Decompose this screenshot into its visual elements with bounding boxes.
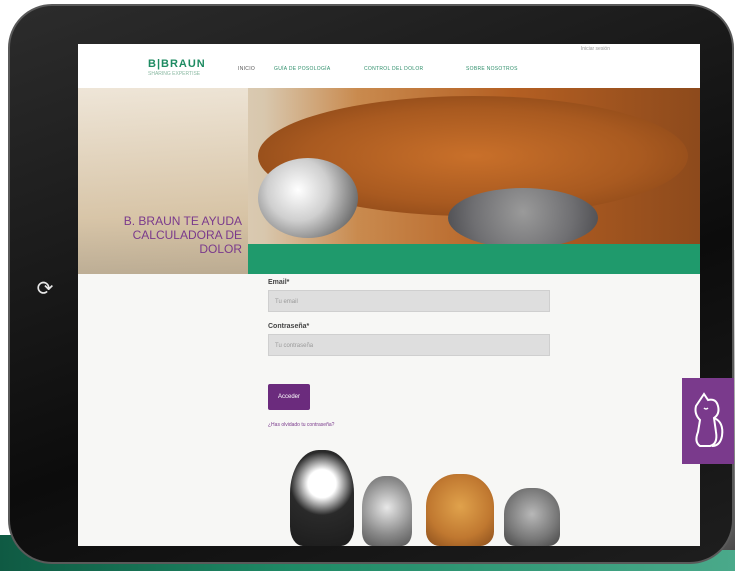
pet-cat-grey [362,476,412,546]
hero-cat-image [258,158,358,238]
password-label: Contraseña* [268,323,310,330]
nav-item-control-dolor[interactable]: CONTROL DEL DOLOR [364,66,423,72]
password-field[interactable]: Tu contraseña [268,334,550,356]
login-button[interactable]: Acceder [268,384,311,410]
dog-cat-outline-icon [694,392,724,447]
top-navbar: B|BRAUN SHARING EXPERTISE INICIO GUÍA DE… [78,44,700,88]
brand-logo[interactable]: B|BRAUN SHARING EXPERTISE [148,58,206,77]
hero-banner: B. BRAUN TE AYUDA CALCULADORA DE DOLOR [78,88,700,274]
login-top-link[interactable]: Iniciar sesión [581,46,610,52]
pets-group-image [278,444,578,546]
pet-dog-black-white [290,450,354,546]
hero-green-band [248,244,700,274]
forgot-password-link[interactable]: ¿Has olvidado tu contraseña? [268,422,552,428]
tablet-frame: ⟳ B|BRAUN SHARING EXPERTISE INICIO GUÍA … [8,4,734,564]
home-button-icon[interactable]: ⟳ [32,276,58,302]
nav-item-inicio[interactable]: INICIO [238,66,255,72]
email-label: Email* [268,279,290,286]
side-badge [682,378,734,464]
hero-title: B. BRAUN TE AYUDA CALCULADORA DE DOLOR [92,214,242,256]
hero-grey-cat-image [448,188,598,248]
logo-text: B|BRAUN [148,58,206,70]
logo-subtitle: SHARING EXPERTISE [148,71,201,77]
pet-cat-tabby [504,488,560,546]
tablet-screen: B|BRAUN SHARING EXPERTISE INICIO GUÍA DE… [78,44,700,546]
hero-title-line1: B. BRAUN TE AYUDA [123,214,242,228]
hero-title-line2: CALCULADORA DE DOLOR [132,228,242,256]
nav-item-sobre-nosotros[interactable]: SOBRE NOSOTROS [466,66,518,72]
email-field[interactable]: Tu email [268,290,550,312]
login-form: Email* Tu email Contraseña* Tu contraseñ… [268,276,552,428]
nav-item-posologia[interactable]: GUÍA DE POSOLOGÍA [274,66,331,72]
pet-dog-golden [426,474,494,546]
